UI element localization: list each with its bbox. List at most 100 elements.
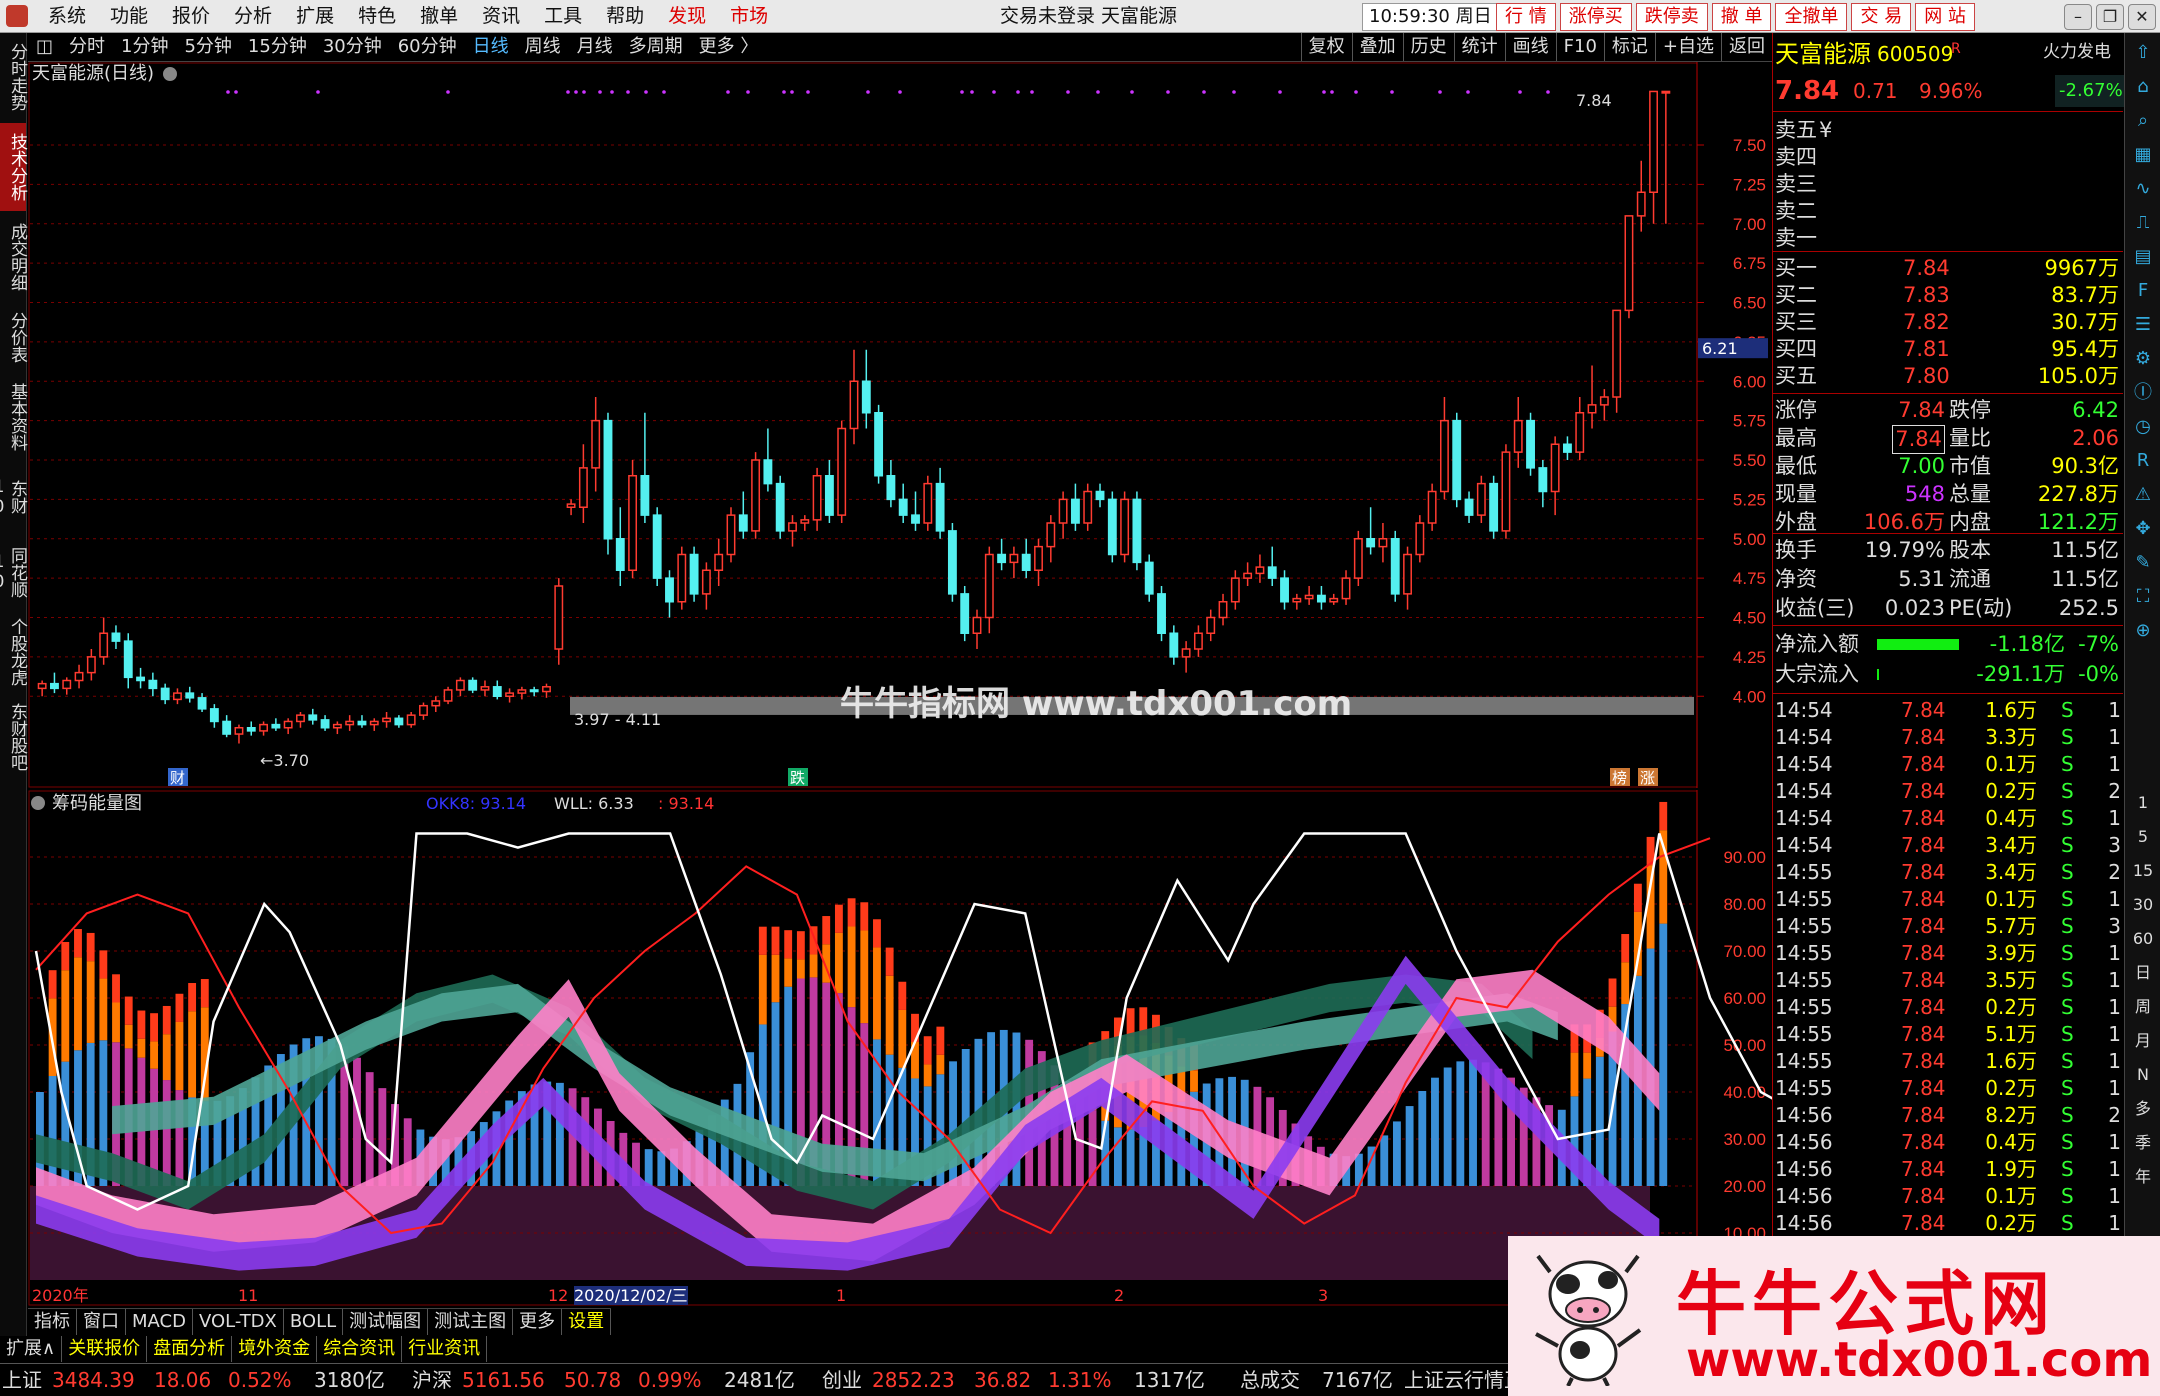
period-shortcut-3[interactable]: 30 [2131, 893, 2155, 917]
event-marker[interactable]: 榜 [1612, 769, 1627, 787]
quick-button-0[interactable]: 行 情 [1496, 3, 1556, 31]
f10-icon[interactable]: F [2131, 279, 2155, 303]
menu-discover[interactable]: 发现 [656, 0, 718, 32]
sector-badge[interactable]: 火力发电 [2043, 41, 2111, 63]
left-tab-0[interactable]: 分时走势 [0, 33, 27, 121]
period-tab-1[interactable]: 1分钟 [113, 33, 176, 61]
period-shortcut-10[interactable]: 季 [2131, 1131, 2155, 1155]
chart-tool-3[interactable]: 统计 [1453, 33, 1505, 61]
period-tab-7[interactable]: 周线 [517, 33, 569, 61]
kline-settings-icon[interactable] [163, 67, 177, 81]
bid-row[interactable]: 买三 7.82 30.7万 [1773, 309, 2123, 336]
chart-tool-0[interactable]: 复权 [1300, 33, 1352, 61]
quick-button-5[interactable]: 交 易 [1851, 3, 1912, 31]
up-arrow-icon[interactable]: ⇧ [2131, 41, 2155, 65]
period-tab-0[interactable]: 分时 [61, 33, 113, 61]
period-tab-10[interactable]: 更多 〉 [691, 33, 767, 61]
left-tab-1[interactable]: 技术分析 [0, 123, 27, 211]
left-tab-6[interactable]: 同花顺10 [0, 533, 27, 611]
chart-tool-5[interactable]: F10 [1555, 33, 1604, 61]
indicator-tab-7[interactable]: 更多 [513, 1309, 563, 1335]
rsi-icon[interactable]: R [2131, 449, 2155, 473]
line-chart-icon[interactable]: ∿ [2131, 177, 2155, 201]
period-shortcut-5[interactable]: 日 [2131, 961, 2155, 985]
menu-item-7[interactable]: 资讯 [470, 0, 532, 32]
period-shortcut-11[interactable]: 年 [2131, 1165, 2155, 1189]
status-tail[interactable]: 上证云行情正 [1404, 1364, 1524, 1396]
period-shortcut-4[interactable]: 60 [2131, 927, 2155, 951]
period-tab-3[interactable]: 15分钟 [240, 33, 315, 61]
period-tab-5[interactable]: 60分钟 [390, 33, 465, 61]
quick-button-1[interactable]: 涨停买 [1559, 3, 1632, 31]
left-tab-5[interactable]: 东财10 [0, 463, 27, 531]
quick-button-2[interactable]: 跌停卖 [1635, 3, 1708, 31]
indicator-tab-8[interactable]: 设置 [562, 1309, 612, 1335]
ask-row[interactable]: 卖二 [1773, 198, 2123, 225]
period-shortcut-8[interactable]: N [2131, 1063, 2155, 1087]
tool-icon[interactable]: ⚙ [2131, 347, 2155, 371]
news-icon[interactable]: ▤ [2131, 245, 2155, 269]
event-marker[interactable]: 跌 [790, 769, 805, 787]
menu-item-1[interactable]: 功能 [98, 0, 160, 32]
clock-icon[interactable]: ◷ [2131, 415, 2155, 439]
indicator-tab-1[interactable]: 窗口 [77, 1309, 126, 1335]
ask-row[interactable]: 卖五 ¥ [1773, 117, 2123, 144]
event-marker[interactable]: 涨 [1640, 769, 1655, 787]
close-icon[interactable]: ✕ [2128, 4, 2156, 30]
left-tab-2[interactable]: 成交明细 [0, 213, 27, 301]
period-shortcut-0[interactable]: 1 [2131, 791, 2155, 815]
ext-tab-3[interactable]: 境外资金 [232, 1336, 318, 1362]
chart-tool-1[interactable]: 叠加 [1351, 33, 1403, 61]
home-icon[interactable]: ⌂ [2131, 75, 2155, 99]
indicator-icon[interactable]: Ⓘ [2131, 381, 2155, 405]
quick-button-6[interactable]: 网 站 [1915, 3, 1975, 31]
period-tab-2[interactable]: 5分钟 [176, 33, 239, 61]
ext-tab-4[interactable]: 综合资讯 [317, 1336, 403, 1362]
restore-icon[interactable]: ❐ [2096, 4, 2124, 30]
chart-tool-7[interactable]: +自选 [1654, 33, 1721, 61]
ext-tab-2[interactable]: 盘面分析 [147, 1336, 233, 1362]
menu-item-5[interactable]: 特色 [346, 0, 408, 32]
period-tab-8[interactable]: 月线 [569, 33, 621, 61]
fs-icon[interactable]: ⛶ [2131, 585, 2155, 609]
chart-tool-4[interactable]: 画线 [1504, 33, 1556, 61]
list-icon[interactable]: ☰ [2131, 313, 2155, 337]
ask-row[interactable]: 卖一 [1773, 225, 2123, 252]
ask-row[interactable]: 卖三 [1773, 171, 2123, 198]
left-tab-7[interactable]: 个股龙虎 [0, 613, 27, 691]
ext-tab-1[interactable]: 关联报价 [62, 1336, 148, 1362]
panel-toggle-icon[interactable]: ◫ [28, 33, 61, 61]
menu-item-8[interactable]: 工具 [532, 0, 594, 32]
alert-icon[interactable]: ⚠ [2131, 483, 2155, 507]
indicator-tab-0[interactable]: 指标 [28, 1309, 77, 1335]
quick-button-4[interactable]: 全撤单 [1775, 3, 1848, 31]
menu-item-3[interactable]: 分析 [222, 0, 284, 32]
move-icon[interactable]: ✥ [2131, 517, 2155, 541]
menu-item-9[interactable]: 帮助 [594, 0, 656, 32]
index-name[interactable]: 创业 [822, 1364, 862, 1396]
period-shortcut-1[interactable]: 5 [2131, 825, 2155, 849]
period-tab-9[interactable]: 多周期 [621, 33, 691, 61]
indicator-tab-2[interactable]: MACD [126, 1309, 193, 1335]
left-tab-3[interactable]: 分价表 [0, 303, 27, 371]
event-marker[interactable]: 财 [170, 769, 185, 787]
menu-item-4[interactable]: 扩展 [284, 0, 346, 32]
chart-tool-2[interactable]: 历史 [1402, 33, 1454, 61]
bid-row[interactable]: 买五 7.80 105.0万 [1773, 363, 2123, 390]
chart-tool-8[interactable]: 返回 [1721, 33, 1772, 61]
ext-tab-5[interactable]: 行业资讯 [402, 1336, 488, 1362]
left-tab-8[interactable]: 东财股吧 [0, 693, 27, 781]
indicator-tab-5[interactable]: 测试幅图 [343, 1309, 429, 1335]
bid-row[interactable]: 买四 7.81 95.4万 [1773, 336, 2123, 363]
indicator-tab-4[interactable]: BOLL [284, 1309, 344, 1335]
quick-button-3[interactable]: 撤 单 [1711, 3, 1772, 31]
period-shortcut-2[interactable]: 15 [2131, 859, 2155, 883]
period-shortcut-7[interactable]: 月 [2131, 1029, 2155, 1053]
flow-row[interactable]: 大宗流入 -291.1万 -0% [1773, 661, 2123, 688]
bid-row[interactable]: 买一 7.84 9967万 [1773, 255, 2123, 282]
ext-tab-0[interactable]: 扩展∧ [0, 1336, 63, 1362]
indicator-tab-3[interactable]: VOL-TDX [193, 1309, 284, 1335]
candle-icon[interactable]: ⎍ [2131, 211, 2155, 235]
index-name[interactable]: 上证 [2, 1364, 42, 1396]
bid-row[interactable]: 买二 7.83 83.7万 [1773, 282, 2123, 309]
